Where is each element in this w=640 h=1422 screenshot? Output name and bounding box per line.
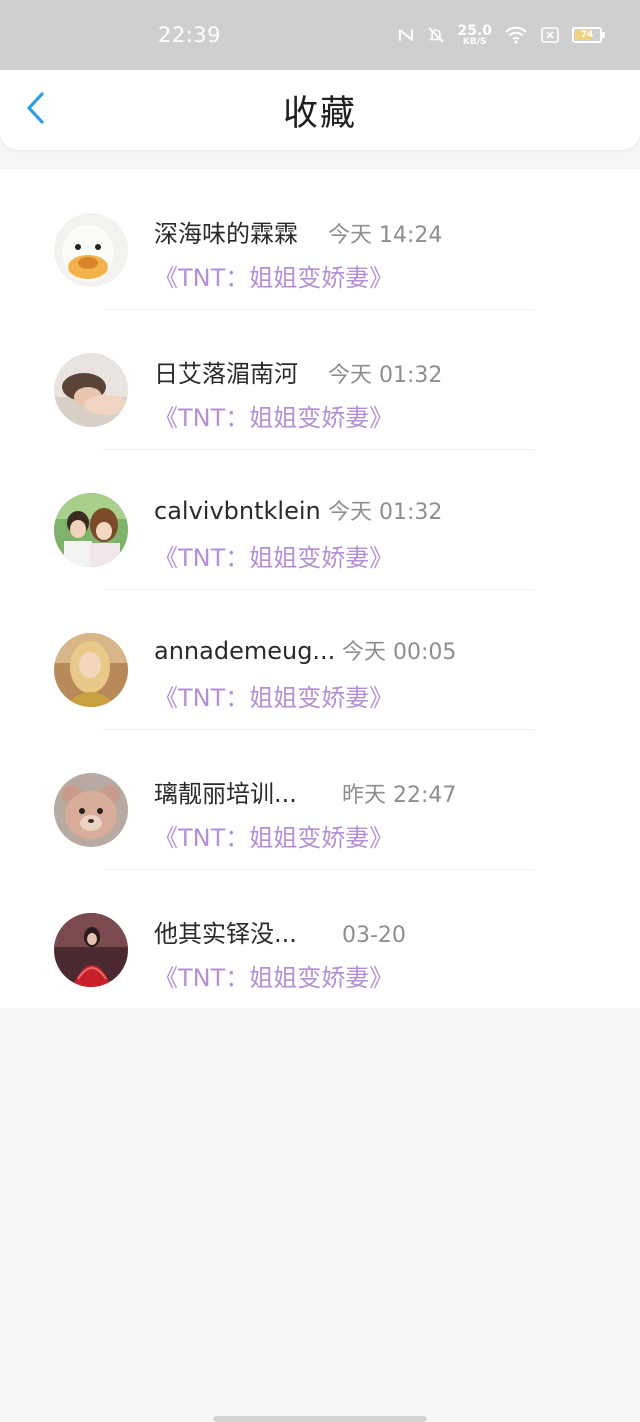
no-sim-icon (540, 26, 560, 44)
name-row: calvivbntklein 今天 01:32 (154, 494, 442, 526)
favorite-time: 昨天 22:47 (342, 783, 457, 808)
book-title-link[interactable]: 《TNT：姐姐变娇妻》 (154, 538, 393, 573)
net-speed-unit: KB/S (462, 36, 487, 47)
blonde-girl-avatar[interactable] (54, 633, 128, 707)
status-time: 22:39 (158, 23, 222, 47)
favorite-time: 03-20 (342, 923, 406, 948)
book-title-link[interactable]: 《TNT：姐姐变娇妻》 (154, 818, 393, 853)
user-name[interactable]: annademeug... (154, 637, 342, 665)
book-title-link[interactable]: 《TNT：姐姐变娇妻》 (154, 958, 393, 993)
name-row: 深海味的霖霖 今天 14:24 (154, 214, 442, 249)
resting-person-avatar[interactable] (54, 353, 128, 427)
teddy-bear-avatar[interactable] (54, 773, 128, 847)
list-item[interactable]: calvivbntklein 今天 01:32 《TNT：姐姐变娇妻》 (0, 450, 640, 590)
name-row: 日艾落湄南河 今天 01:32 (154, 354, 442, 389)
couple-avatar[interactable] (54, 493, 128, 567)
book-title-link[interactable]: 《TNT：姐姐变娇妻》 (154, 398, 393, 433)
favorites-list: 深海味的霖霖 今天 14:24 《TNT：姐姐变娇妻》 日艾落湄南河 今天 01… (0, 170, 640, 1008)
home-indicator[interactable] (213, 1416, 427, 1422)
user-name[interactable]: 深海味的霖霖 (154, 214, 328, 249)
wifi-icon (504, 26, 528, 44)
favorite-time: 今天 01:32 (328, 500, 443, 525)
duck-avatar[interactable] (54, 213, 128, 287)
nav-bar: 收藏 (0, 70, 640, 150)
list-item[interactable]: 日艾落湄南河 今天 01:32 《TNT：姐姐变娇妻》 (0, 310, 640, 450)
list-item[interactable]: 深海味的霖霖 今天 14:24 《TNT：姐姐变娇妻》 (0, 170, 640, 310)
name-row: 他其实铎没... 03-20 (154, 914, 406, 949)
book-title-link[interactable]: 《TNT：姐姐变娇妻》 (154, 258, 393, 293)
user-name[interactable]: 他其实铎没... (154, 914, 342, 949)
favorite-time: 今天 14:24 (328, 223, 443, 248)
status-icons: 25.0 KB/S 74 (397, 24, 605, 47)
mute-icon (427, 26, 445, 44)
net-speed: 25.0 KB/S (457, 24, 492, 47)
red-dress-avatar[interactable] (54, 913, 128, 987)
book-title-link[interactable]: 《TNT：姐姐变娇妻》 (154, 678, 393, 713)
name-row: annademeug... 今天 00:05 (154, 634, 456, 666)
user-name[interactable]: 璃靓丽培训... (154, 774, 342, 809)
net-speed-value: 25.0 (457, 22, 492, 39)
user-name[interactable]: 日艾落湄南河 (154, 354, 328, 389)
battery-level: 74 (580, 30, 594, 40)
battery-icon: 74 (572, 27, 605, 43)
favorite-time: 今天 00:05 (342, 640, 457, 665)
favorite-time: 今天 01:32 (328, 363, 443, 388)
page-title: 收藏 (282, 93, 357, 134)
list-item[interactable]: 他其实铎没... 03-20 《TNT：姐姐变娇妻》 (0, 870, 640, 1010)
user-name[interactable]: calvivbntklein (154, 497, 328, 525)
name-row: 璃靓丽培训... 昨天 22:47 (154, 774, 456, 809)
nfc-icon (397, 26, 415, 44)
list-item[interactable]: annademeug... 今天 00:05 《TNT：姐姐变娇妻》 (0, 590, 640, 730)
list-item[interactable]: 璃靓丽培训... 昨天 22:47 《TNT：姐姐变娇妻》 (0, 730, 640, 870)
status-bar: 22:39 25.0 KB/S 74 (0, 0, 640, 70)
